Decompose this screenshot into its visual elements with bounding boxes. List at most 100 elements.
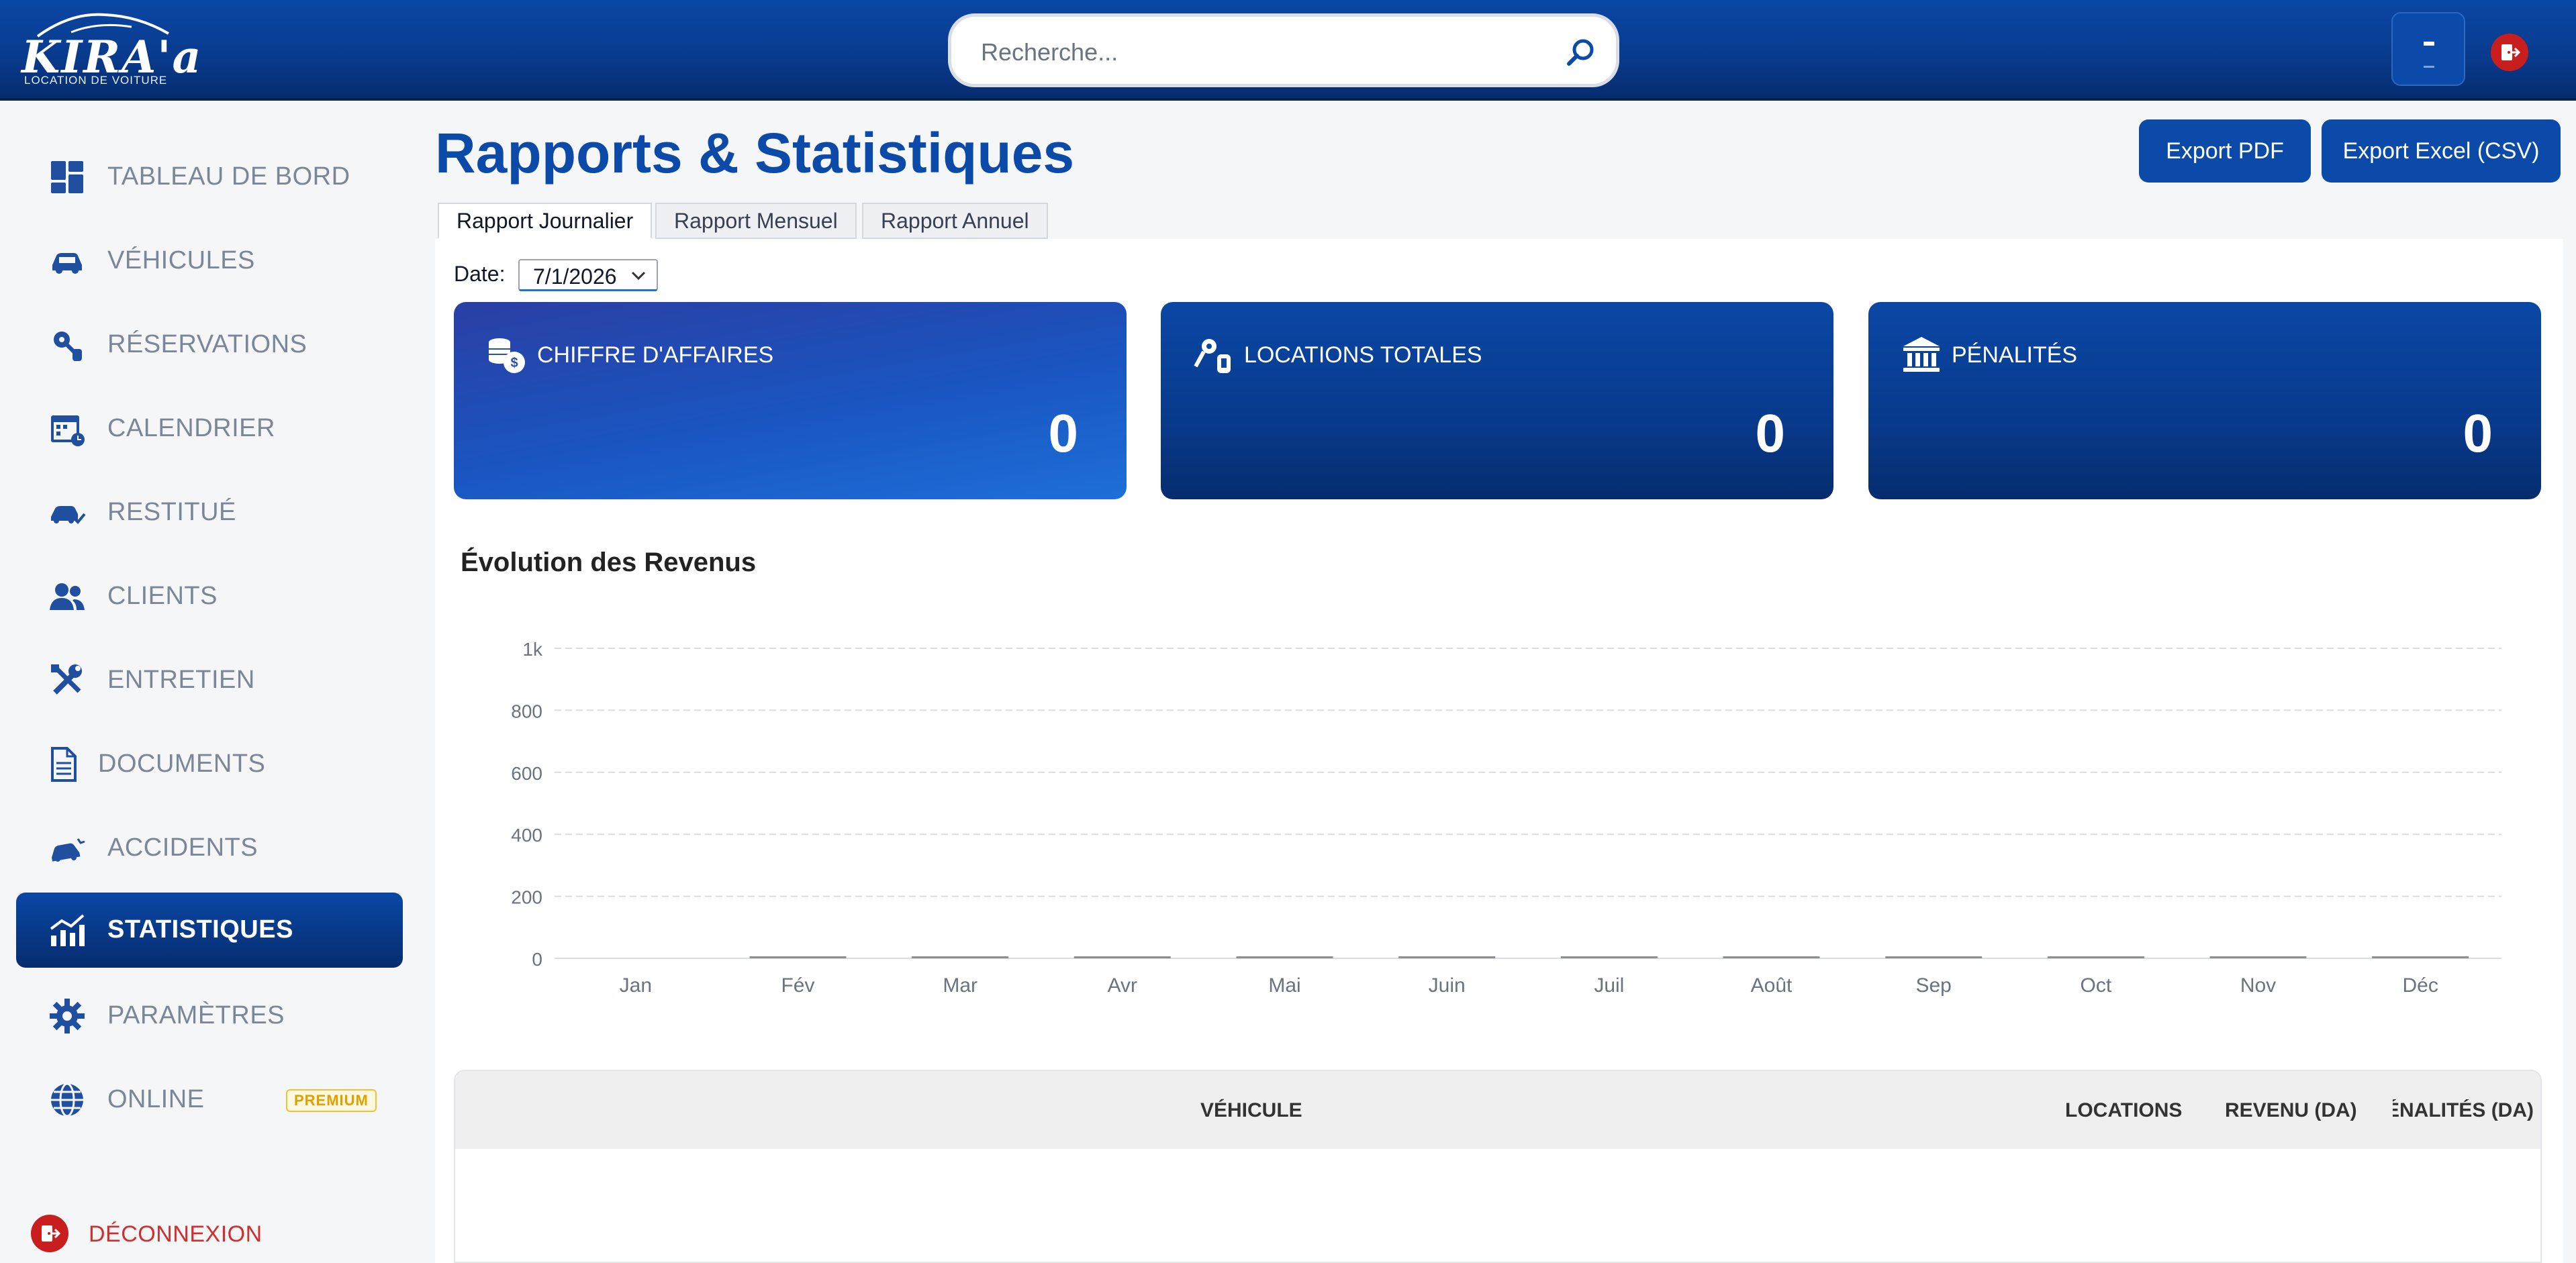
bar [1074,956,1171,958]
y-tick-label: 800 [511,701,542,721]
penalties-card: PÉNALITÉS 0 [1868,302,2541,499]
bar [2209,956,2307,958]
tab-rapport-journalier[interactable]: Rapport Journalier [438,203,653,239]
sidebar-item-label: ENTRETIEN [107,666,255,694]
x-tick-label: Mai [1268,974,1300,997]
user-menu-button[interactable] [2391,12,2465,86]
x-tick-label: Juin [1429,974,1466,997]
chart-icon [50,914,85,946]
x-tick-label: Nov [2240,974,2276,997]
logout-link[interactable]: DÉCONNEXION [89,1221,263,1248]
y-tick-label: 400 [511,825,542,846]
sidebar-item-label: TABLEAU DE BORD [107,162,350,191]
y-tick-label: 0 [532,949,542,970]
sidebar-item-calendrier[interactable]: CALENDRIER [16,391,403,466]
chevron-down-icon[interactable] [630,267,647,285]
x-tick-label: Août [1751,974,1793,997]
users-icon [50,583,85,610]
sidebar-item-entretien[interactable]: ENTRETIEN [16,643,403,718]
logout-icon[interactable] [2491,34,2528,71]
tab-rapport-annuel[interactable]: Rapport Annuel [862,203,1048,239]
premium-badge: PREMIUM [286,1089,377,1112]
card-title: CHIFFRE D'AFFAIRES [537,342,774,368]
bar [1560,956,1658,958]
car-check-icon [51,506,86,524]
export-pdf-button[interactable]: Export PDF [2139,119,2311,183]
search-bar[interactable] [948,13,1619,87]
column-header-penalites[interactable]: PÉNALITÉS (DA) [2393,1099,2534,1122]
sidebar-item-accidents[interactable]: ACCIDENTS [16,811,403,886]
sidebar-item-online[interactable]: ONLINE PREMIUM [16,1062,403,1138]
document-icon [51,747,77,782]
bar [2372,956,2469,958]
logo[interactable]: KIRA'a LOCATION DE VOITURE [19,12,201,89]
export-csv-button[interactable]: Export Excel (CSV) [2322,119,2561,183]
x-tick-label: Juil [1594,974,1624,997]
date-value[interactable]: 7/1/2026 [533,264,620,289]
date-label: Date: [454,262,506,286]
revenue-chart: 0 200 400 600 800 1k Jan Fév Mar Avr Mai Juin Juil Ao… [511,639,2501,997]
bar [1885,956,1983,958]
sidebar-item-label: RÉSERVATIONS [107,330,307,358]
sidebar-item-label: ONLINE [107,1085,205,1113]
x-tick-label: Jan [620,974,652,997]
bar [749,956,847,958]
search-icon[interactable] [1565,37,1596,68]
rentals-card: LOCATIONS TOTALES 0 [1161,302,1833,499]
sidebar-item-label: CLIENTS [107,582,218,610]
search-input[interactable] [981,36,1531,69]
logout-icon[interactable] [31,1215,68,1252]
revenue-card: $ CHIFFRE D'AFFAIRES 0 [454,302,1127,499]
y-tick-label: 1k [522,639,543,660]
gear-icon [50,999,85,1033]
column-header-revenu[interactable]: REVENU (DA) [2225,1099,2357,1122]
x-tick-label: Mar [943,974,977,997]
vehicle-report-table: VÉHICULE LOCATIONS REVENU (DA) PÉNALITÉS… [454,1070,2542,1263]
card-value: 0 [1755,403,1786,463]
bar [1723,956,1820,958]
card-value: 0 [1048,403,1079,463]
sidebar-item-vehicules[interactable]: VÉHICULES [16,223,403,299]
bar [912,956,1009,958]
car-crash-icon [52,838,85,862]
globe-icon [51,1082,83,1117]
sidebar-item-label: ACCIDENTS [107,833,258,862]
card-value: 0 [2463,403,2493,463]
sidebar-item-label: CALENDRIER [107,414,275,442]
card-title: LOCATIONS TOTALES [1244,342,1482,368]
bar [1236,956,1333,958]
x-tick-label: Fév [781,974,814,997]
sidebar-item-parametres[interactable]: PARAMÈTRES [16,978,403,1054]
page-title: Rapports & Statistiques [435,121,1075,185]
tools-icon [51,664,82,695]
calendar-icon [51,415,85,446]
sidebar-item-tableau-de-bord[interactable]: TABLEAU DE BORD [16,140,403,215]
top-bar: KIRA'a LOCATION DE VOITURE [0,0,2576,101]
date-picker[interactable]: 7/1/2026 [518,259,658,291]
column-header-vehicule[interactable]: VÉHICULE [1200,1099,1302,1122]
x-tick-label: Sep [1915,974,1951,997]
logo-subtitle: LOCATION DE VOITURE [24,74,168,87]
sidebar-item-documents[interactable]: DOCUMENTS [16,727,403,802]
svg-text:$: $ [510,356,518,370]
sidebar-item-label: VÉHICULES [107,246,255,274]
sidebar-item-reservations[interactable]: RÉSERVATIONS [16,307,403,383]
sidebar-item-restitue[interactable]: RESTITUÉ [16,475,403,550]
bar [2047,956,2144,958]
key-tag-icon [54,332,82,361]
bank-icon [1903,337,1940,372]
keys-icon [1194,339,1231,373]
sidebar-item-label: PARAMÈTRES [107,1001,285,1029]
dashboard-icon [51,161,83,193]
sidebar-item-statistiques[interactable]: STATISTIQUES [16,893,403,968]
column-header-locations[interactable]: LOCATIONS [2065,1099,2182,1122]
sidebar-item-label: RESTITUÉ [107,498,236,526]
bar [1398,956,1496,958]
sidebar-item-label: STATISTIQUES [107,915,293,944]
sidebar-item-clients[interactable]: CLIENTS [16,559,403,634]
tab-rapport-mensuel[interactable]: Rapport Mensuel [655,203,857,239]
chart-title: Évolution des Revenus [461,548,757,577]
x-tick-label: Oct [2080,974,2111,997]
table-header: VÉHICULE LOCATIONS REVENU (DA) PÉNALITÉS… [455,1071,2540,1149]
coins-icon: $ [489,338,525,373]
